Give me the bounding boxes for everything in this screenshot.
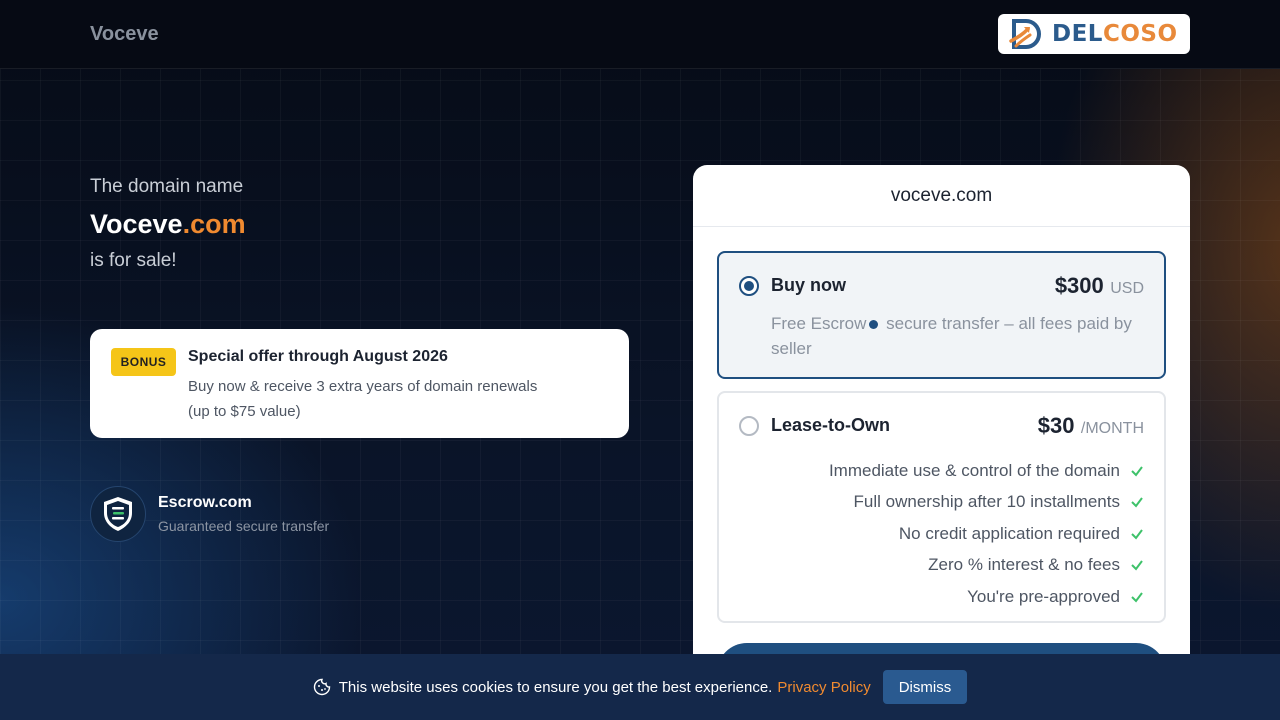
delcoso-logo-text: DELCOSO bbox=[1052, 21, 1178, 47]
cookie-banner: This website uses cookies to ensure you … bbox=[0, 654, 1280, 720]
cookie-icon bbox=[313, 678, 330, 696]
intro-section: The domain name Voceve.com is for sale! bbox=[90, 176, 246, 272]
feature-item: You're pre-approved bbox=[829, 581, 1144, 613]
buy-now-option[interactable]: Buy now $300 USD Free Escrow secure tran… bbox=[717, 251, 1166, 379]
check-icon bbox=[1131, 497, 1143, 508]
cookie-text: This website uses cookies to ensure you … bbox=[338, 678, 773, 696]
lease-option[interactable]: Lease-to-Own $30 /MONTH Immediate use & … bbox=[717, 391, 1166, 623]
check-icon bbox=[1131, 529, 1143, 540]
shield-icon bbox=[90, 486, 146, 542]
domain-title: Voceve.com bbox=[90, 209, 246, 240]
feature-item: Zero % interest & no fees bbox=[829, 550, 1144, 582]
lease-price: $30 /MONTH bbox=[1037, 413, 1144, 438]
bonus-badge: BONUS bbox=[111, 348, 176, 376]
bonus-description: Buy now & receive 3 extra years of domai… bbox=[188, 378, 538, 420]
domain-name: Voceve bbox=[90, 209, 183, 239]
info-icon[interactable] bbox=[869, 320, 879, 330]
check-icon bbox=[1131, 592, 1143, 603]
lease-radio[interactable] bbox=[739, 416, 759, 436]
privacy-policy-link[interactable]: Privacy Policy bbox=[777, 679, 870, 696]
feature-item: Immediate use & control of the domain bbox=[829, 455, 1144, 487]
escrow-title: Escrow.com bbox=[158, 494, 252, 511]
delcoso-logo[interactable]: DELCOSO bbox=[998, 14, 1190, 54]
panel-domain: voceve.com bbox=[693, 165, 1190, 227]
bonus-title: Special offer through August 2026 bbox=[188, 348, 448, 365]
top-header: Voceve DELCOSO bbox=[0, 0, 1280, 69]
escrow-subtitle: Guaranteed secure transfer bbox=[158, 518, 330, 534]
check-icon bbox=[1131, 560, 1143, 571]
check-icon bbox=[1131, 466, 1143, 477]
feature-item: No credit application required bbox=[829, 518, 1144, 550]
delcoso-logo-icon bbox=[1009, 19, 1041, 49]
dismiss-button[interactable]: Dismiss bbox=[882, 670, 968, 704]
lease-label: Lease-to-Own bbox=[771, 415, 891, 435]
buy-now-radio[interactable] bbox=[739, 276, 759, 296]
lease-features: Immediate use & control of the domain Fu… bbox=[829, 455, 1144, 613]
bonus-card: BONUS Special offer through August 2026 … bbox=[90, 329, 629, 438]
buy-now-label: Buy now bbox=[771, 275, 846, 295]
buy-now-description: Free Escrow secure transfer – all fees p… bbox=[771, 314, 1132, 358]
for-sale-line: is for sale! bbox=[90, 250, 177, 271]
domain-tld: .com bbox=[182, 209, 246, 239]
buy-now-price: $300 USD bbox=[1054, 273, 1144, 298]
feature-item: Full ownership after 10 installments bbox=[829, 487, 1144, 519]
escrow-badge: Escrow.com Guaranteed secure transfer bbox=[90, 486, 329, 542]
site-name[interactable]: Voceve bbox=[90, 23, 159, 46]
purchase-panel: voceve.com Buy now $300 USD Free Escrow … bbox=[693, 165, 1190, 720]
intro-line: The domain name bbox=[90, 176, 244, 197]
